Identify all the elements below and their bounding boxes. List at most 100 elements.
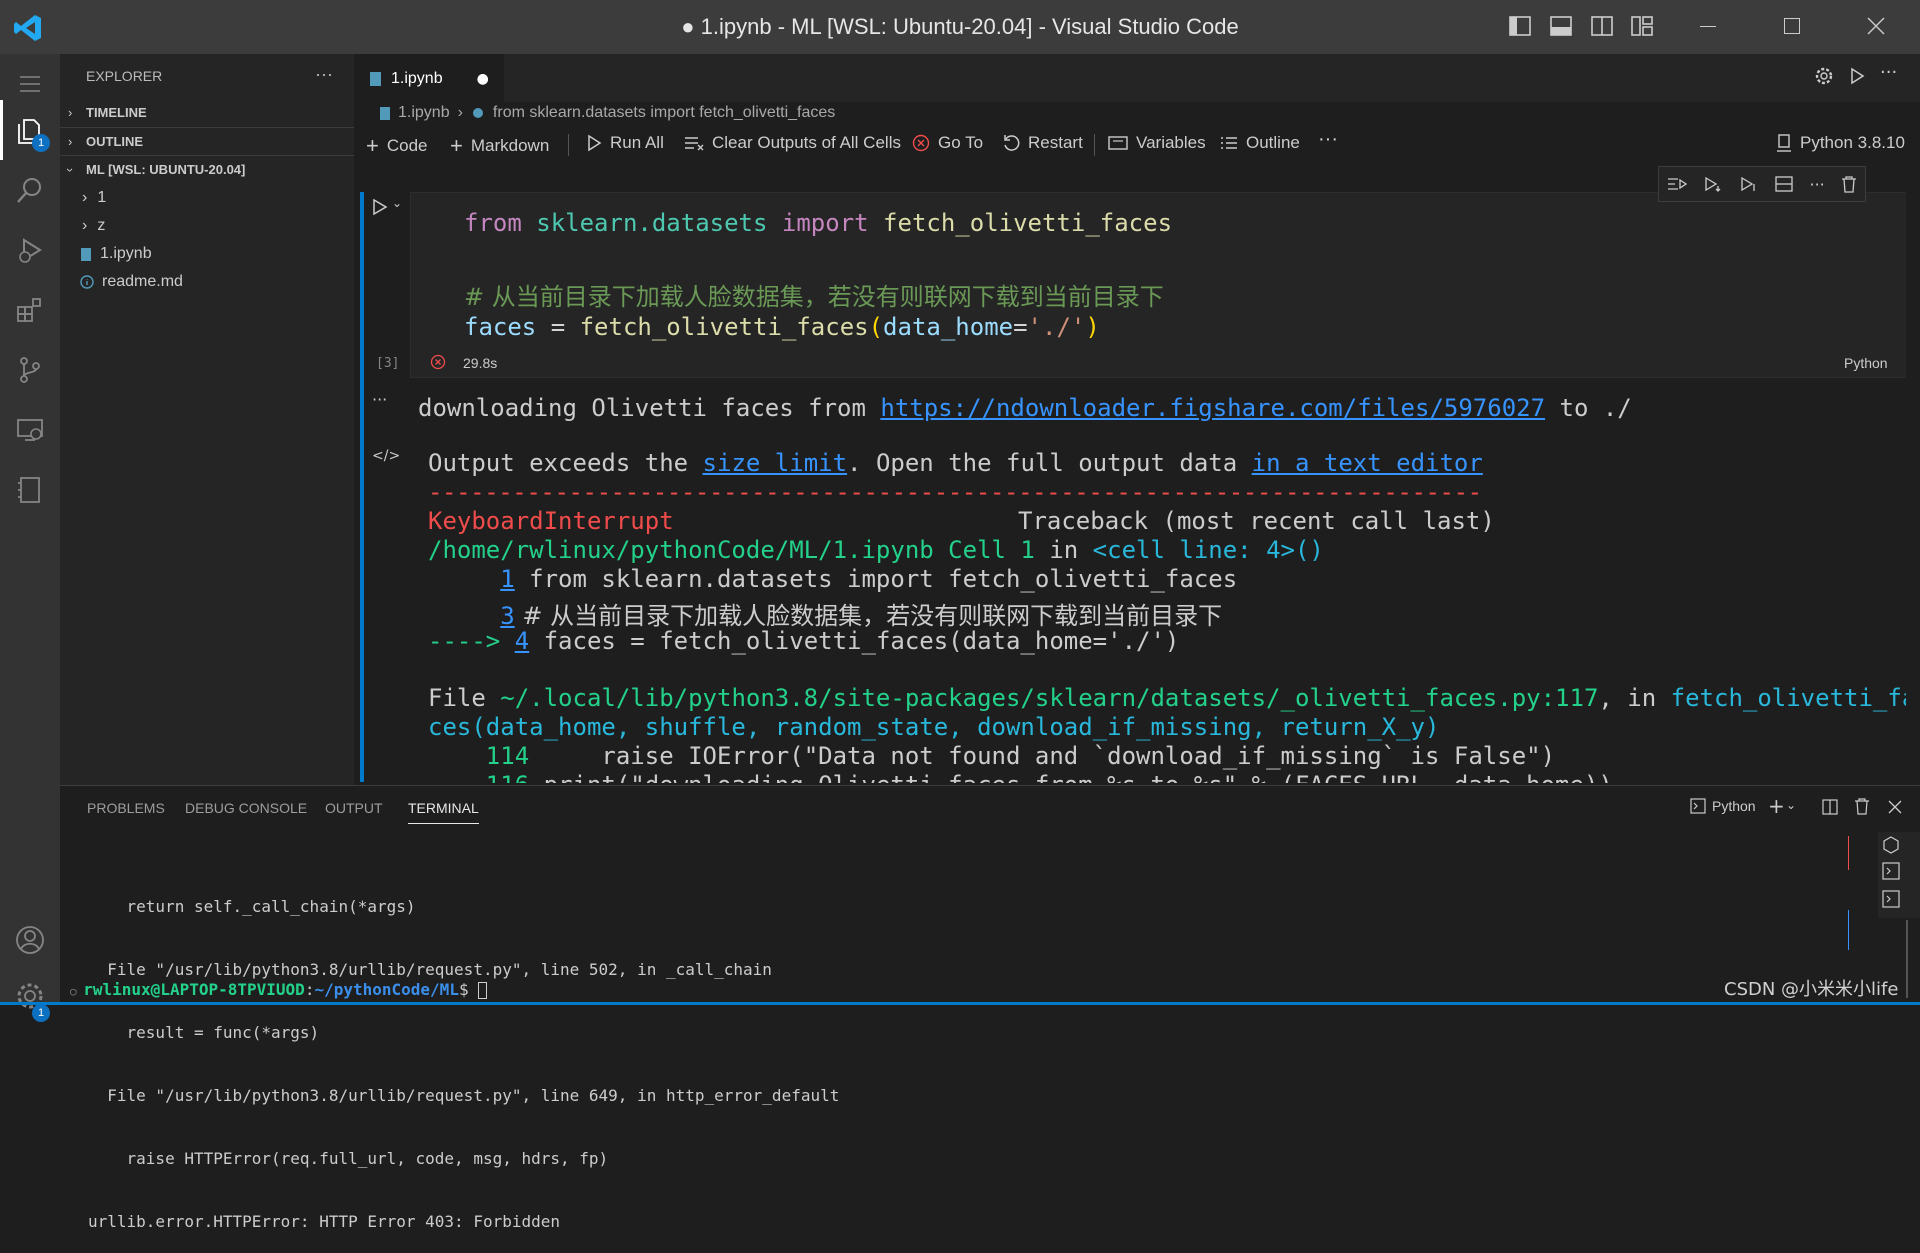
notebook-file-icon (380, 106, 390, 120)
remote-explorer-icon[interactable] (0, 400, 60, 460)
execution-error-icon (430, 354, 446, 370)
cell-more-icon[interactable]: ··· (1809, 175, 1824, 194)
kernel-picker[interactable]: Python 3.8.10 (1776, 133, 1905, 153)
terminal-prompt: ○ rwlinux@LAPTOP-8TPVIUOD:~/pythonCode/M… (70, 980, 488, 999)
tab-problems[interactable]: PROBLEMS (87, 800, 165, 816)
traceback-divider: ----------------------------------------… (428, 478, 1482, 506)
code-line-3-comment: # 从当前目录下加载人脸数据集，若没有则联网下载到当前目录下 (464, 283, 1164, 311)
traceback-file-ref-cont: ces(data_home, shuffle, random_state, do… (428, 713, 1440, 741)
terminal-output[interactable]: return self._call_chain(*args) File "/us… (88, 854, 839, 1253)
run-all-button[interactable]: Run All (586, 133, 664, 153)
execute-above-icon[interactable] (1667, 176, 1688, 192)
outline-label: OUTLINE (86, 134, 144, 149)
output-truncated-notice: Output exceeds the size limit. Open the … (428, 449, 1483, 477)
traceback-line-4: ----> 4 faces = fetch_olivetti_faces(dat… (428, 627, 1180, 655)
delete-cell-trash-icon[interactable] (1841, 175, 1857, 193)
split-cell-icon[interactable] (1775, 176, 1794, 192)
add-code-button[interactable]: + Code (366, 133, 428, 159)
kill-terminal-trash-icon[interactable] (1854, 798, 1870, 815)
watermark: CSDN @小米米小life (1724, 979, 1899, 1000)
plus-icon: + (450, 133, 463, 158)
breadcrumb-file[interactable]: 1.ipynb (398, 104, 450, 122)
explorer-icon[interactable]: 1 (0, 100, 60, 160)
sidebar-more-button[interactable]: ··· (315, 64, 333, 85)
toggle-panel-icon[interactable] (1549, 14, 1573, 38)
customize-layout-icon[interactable] (1630, 14, 1654, 38)
execute-below-icon[interactable] (1703, 176, 1723, 192)
tab-output[interactable]: OUTPUT (325, 800, 383, 816)
toggle-secondary-sidebar-icon[interactable] (1590, 14, 1614, 38)
editor-scrollbar[interactable] (1906, 192, 1920, 782)
kernel-icon (1777, 134, 1791, 152)
tree-item-folder-1[interactable]: › 1 (60, 184, 354, 212)
terminal-line: File "/usr/lib/python3.8/urllib/request.… (88, 960, 772, 979)
terminal-line: File "/usr/lib/python3.8/urllib/request.… (88, 1086, 840, 1105)
toolbar-more-button[interactable]: ··· (1318, 128, 1338, 151)
go-to-button[interactable]: Go To (912, 133, 983, 153)
tree-item-folder-z[interactable]: › z (60, 212, 354, 240)
restore-icon[interactable] (1784, 18, 1800, 34)
terminal-dropdown-chevron-icon[interactable]: ⌄ (1786, 798, 1796, 812)
execution-count: [3] (376, 356, 400, 371)
jupyter-icon[interactable] (0, 460, 60, 520)
split-terminal-icon[interactable] (1822, 799, 1838, 815)
cell-language-label[interactable]: Python (1844, 355, 1888, 371)
output-stream-line: downloading Olivetti faces from https://… (418, 394, 1632, 422)
toggle-primary-sidebar-icon[interactable] (1508, 14, 1532, 38)
terminal-selector[interactable]: Python (1690, 798, 1756, 814)
sidebar-title: EXPLORER (86, 68, 163, 84)
tab-terminal[interactable]: TERMINAL (408, 800, 479, 824)
size-limit-link[interactable]: size limit (703, 449, 848, 477)
minimize-icon[interactable] (1700, 26, 1716, 27)
run-debug-icon[interactable] (0, 220, 60, 280)
tab-1-ipynb[interactable]: 1.ipynb ● (354, 54, 504, 102)
accounts-icon[interactable] (0, 910, 60, 970)
output-mime-icon[interactable]: </> (372, 448, 400, 464)
execute-cell-below-icon[interactable] (1739, 176, 1759, 192)
terminal-instance-icon[interactable] (1882, 890, 1900, 908)
outline-section[interactable]: › OUTLINE (60, 127, 354, 155)
explorer-badge: 1 (32, 134, 50, 152)
tree-item-readme[interactable]: readme.md (60, 268, 354, 296)
code-line-4: faces = fetch_olivetti_faces(data_home='… (464, 313, 1100, 341)
terminal-instance-icon[interactable] (1882, 836, 1900, 854)
tab-debug-console[interactable]: DEBUG CONSOLE (185, 800, 307, 816)
clear-outputs-button[interactable]: Clear Outputs of All Cells (684, 133, 901, 153)
info-icon (80, 275, 94, 289)
manage-gear-icon[interactable]: 1 (0, 966, 60, 1026)
plus-icon: + (366, 133, 379, 158)
download-url-link[interactable]: https://ndownloader.figshare.com/files/5… (880, 394, 1545, 422)
breadcrumb-symbol[interactable]: from sklearn.datasets import fetch_olive… (493, 104, 835, 122)
tree-item-1-ipynb[interactable]: 1.ipynb (60, 240, 354, 268)
cell-toolbar: ··· (1658, 166, 1866, 202)
panel-scrollbar[interactable] (1906, 920, 1908, 998)
traceback-header: KeyboardInterrupt Traceback (most recent … (428, 507, 1495, 535)
terminal-line: raise HTTPError(req.full_url, code, msg,… (88, 1149, 609, 1168)
add-markdown-button[interactable]: + Markdown (450, 133, 549, 159)
close-icon[interactable] (1866, 16, 1886, 36)
search-icon[interactable] (0, 160, 60, 220)
restart-icon (1004, 135, 1020, 151)
workspace-section[interactable]: › ML [WSL: UBUNTU-20.04] (60, 155, 354, 183)
run-notebook-icon[interactable] (1848, 67, 1866, 85)
tab-dirty-indicator[interactable]: ● (477, 71, 489, 87)
workspace-label: ML [WSL: UBUNTU-20.04] (86, 162, 246, 177)
tab-bar (354, 54, 1920, 102)
run-cell-icon[interactable] (372, 198, 388, 216)
run-options-chevron-icon[interactable]: ⌄ (392, 196, 402, 210)
close-panel-icon[interactable] (1888, 800, 1902, 814)
notebook-settings-gear-icon[interactable] (1814, 66, 1834, 86)
activity-bar: 1 1 (0, 54, 60, 1022)
terminal-instance-icon[interactable] (1882, 862, 1900, 880)
outline-button[interactable]: Outline (1220, 133, 1300, 153)
output-more-icon[interactable]: ··· (372, 390, 387, 409)
variables-icon (1108, 136, 1128, 150)
extensions-icon[interactable] (0, 280, 60, 340)
open-in-text-editor-link[interactable]: in a text editor (1252, 449, 1483, 477)
new-terminal-plus-icon[interactable]: + (1768, 794, 1785, 818)
restart-button[interactable]: Restart (1002, 133, 1083, 153)
variables-button[interactable]: Variables (1108, 133, 1206, 153)
editor-more-icon[interactable]: ··· (1880, 62, 1897, 83)
timeline-section[interactable]: › TIMELINE (60, 99, 354, 127)
source-control-icon[interactable] (0, 340, 60, 400)
